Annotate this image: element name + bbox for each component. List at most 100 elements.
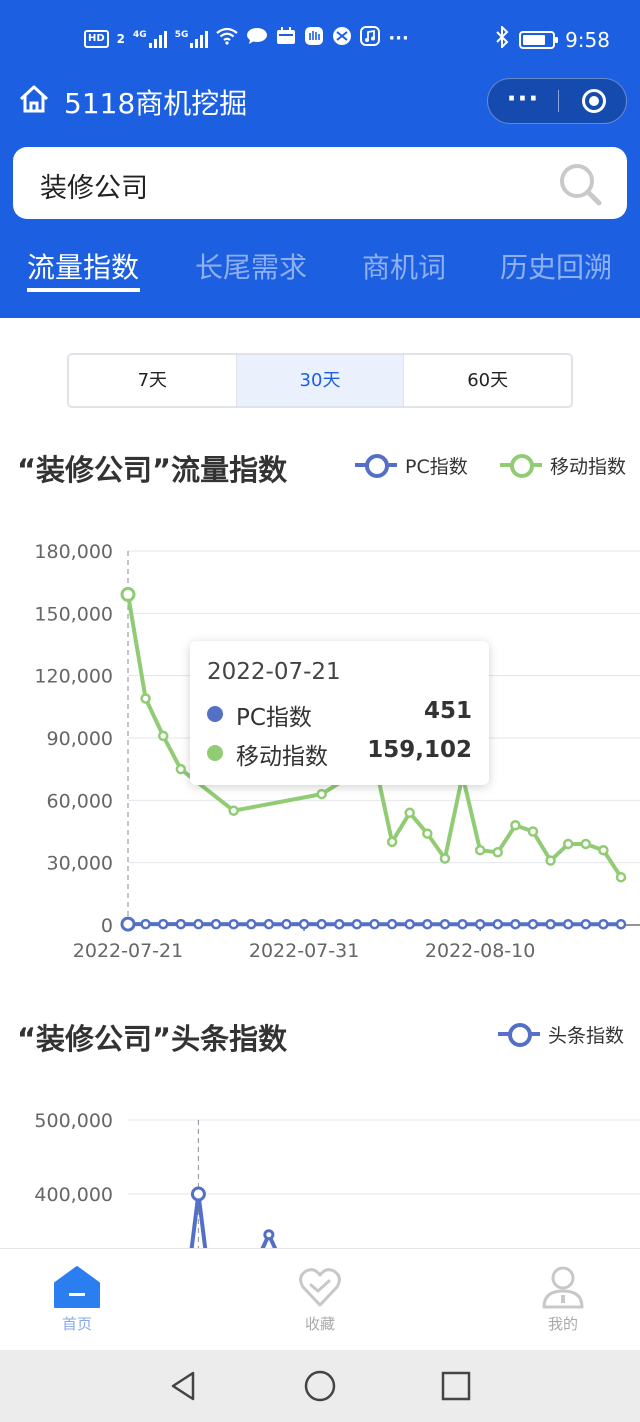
legend-toutiao-marker-icon (498, 1023, 540, 1047)
range-7-days[interactable]: 7天 (69, 355, 237, 406)
pc-point (457, 918, 468, 930)
legend-toutiao[interactable]: 头条指数 (498, 1019, 624, 1049)
wifi-icon (216, 27, 239, 50)
pc-point (474, 918, 486, 930)
pc-point (510, 918, 521, 930)
pc-point (210, 918, 222, 930)
pc-point (527, 918, 539, 930)
mobile-point (474, 844, 486, 856)
home-icon[interactable] (18, 84, 50, 114)
status-left: HD 2 4G 5G ··· (84, 26, 409, 51)
x-tick-label: 2022-07-31 (249, 940, 359, 962)
tooltip-mobile-dot (207, 745, 223, 761)
y-tick-label: 0 (101, 915, 113, 937)
nav-profile[interactable]: 我的 (518, 1265, 608, 1334)
legend-pc-marker-icon (355, 454, 397, 478)
toutiao-legend: 头条指数 (498, 1019, 640, 1049)
heart-icon (299, 1268, 341, 1307)
sim1-label: 2 (116, 31, 126, 46)
nav-favorites[interactable]: 收藏 (275, 1265, 365, 1334)
search-input[interactable]: 装修公司 (40, 166, 148, 205)
tooltip-pc-dot (207, 706, 223, 722)
tab-history[interactable]: 历史回溯 (500, 246, 612, 286)
tooltip-pc-value: 451 (423, 698, 472, 724)
y-tick-label: 120,000 (34, 666, 113, 688)
app-icon (332, 26, 352, 51)
mobile-point (422, 828, 433, 839)
pc-point (615, 918, 627, 930)
legend-toutiao-label: 头条指数 (548, 1024, 625, 1047)
range-30-days[interactable]: 30天 (236, 355, 405, 406)
pc-point (228, 918, 239, 930)
pc-point (334, 918, 345, 930)
legend-mobile[interactable]: 移动指数 (500, 450, 626, 480)
pc-point (580, 918, 592, 930)
tooltip-pc-label: PC指数 (236, 705, 312, 731)
pc-point (404, 918, 415, 930)
tooltip-date: 2022-07-21 (207, 659, 341, 685)
mobile-point (316, 788, 327, 800)
pc-point (492, 918, 503, 930)
mobile-point (175, 763, 187, 775)
nav-profile-label: 我的 (547, 1315, 578, 1333)
x-tick-label: 2022-08-10 (425, 940, 535, 962)
home-nav-icon (54, 1266, 100, 1308)
mobile-point (157, 730, 169, 742)
legend-mobile-label: 移动指数 (550, 455, 627, 478)
mini-program-capsule: ··· (487, 78, 627, 124)
pc-point (369, 918, 380, 930)
mobile-point (120, 586, 136, 602)
pc-point (422, 918, 433, 930)
mobile-point (615, 871, 627, 883)
mobile-point (580, 838, 592, 850)
tooltip-pc-row: PC指数 451 (207, 698, 472, 731)
bluetooth-icon (495, 24, 509, 53)
pc-point (545, 918, 556, 930)
more-options-button[interactable]: ··· (488, 79, 558, 123)
home-circle-icon[interactable] (302, 1368, 338, 1404)
search-box[interactable]: 装修公司 (13, 147, 627, 219)
status-time: 9:58 (565, 27, 610, 52)
mobile-point (228, 805, 239, 816)
mobile-point (404, 807, 415, 819)
back-icon[interactable] (165, 1368, 201, 1404)
tab-business-words[interactable]: 商机词 (362, 246, 446, 286)
tab-longtail-demand[interactable]: 长尾需求 (195, 246, 307, 286)
mobile-point (562, 838, 574, 850)
pc-point (120, 916, 136, 932)
status-right: 9:58 (495, 24, 610, 53)
range-selector: 7天 30天 60天 (67, 353, 573, 408)
close-target-icon[interactable] (582, 89, 606, 113)
y-tick-label: 30,000 (47, 853, 113, 875)
mobile-point (492, 847, 503, 858)
status-bar: HD 2 4G 5G ··· 9:58 (0, 0, 640, 76)
pc-point (246, 918, 257, 930)
search-icon[interactable] (558, 162, 602, 206)
capsule-divider (558, 90, 559, 112)
pc-point (281, 918, 292, 930)
pc-point (263, 918, 275, 930)
pc-point (351, 918, 363, 930)
nav-home[interactable]: 首页 (32, 1265, 122, 1334)
recents-icon[interactable] (438, 1368, 474, 1404)
network-type-2: 5G (174, 29, 189, 40)
title-bar: 5118商机挖掘 ··· (0, 76, 640, 126)
pc-point (316, 918, 327, 930)
system-navigation-bar (0, 1350, 640, 1422)
pc-point (175, 918, 187, 930)
tab-traffic-index[interactable]: 流量指数 (27, 246, 139, 286)
pc-point (193, 918, 204, 930)
toutiao-line-chart[interactable]: 400,000 500,000 (0, 1090, 640, 1250)
range-60-days[interactable]: 60天 (404, 355, 571, 406)
legend-pc-label: PC指数 (405, 455, 468, 478)
legend-mobile-marker-icon (500, 454, 542, 478)
pc-point (386, 918, 398, 930)
pc-point (598, 918, 609, 930)
mobile-point (386, 836, 398, 848)
network-type-1: 4G (133, 29, 147, 40)
legend-pc[interactable]: PC指数 (355, 450, 468, 480)
tooltip-mobile-row: 移动指数 159,102 (207, 737, 472, 770)
y-tick-label: 150,000 (34, 603, 113, 625)
battery-icon (519, 30, 559, 49)
tooltip-mobile-value: 159,102 (367, 737, 472, 763)
